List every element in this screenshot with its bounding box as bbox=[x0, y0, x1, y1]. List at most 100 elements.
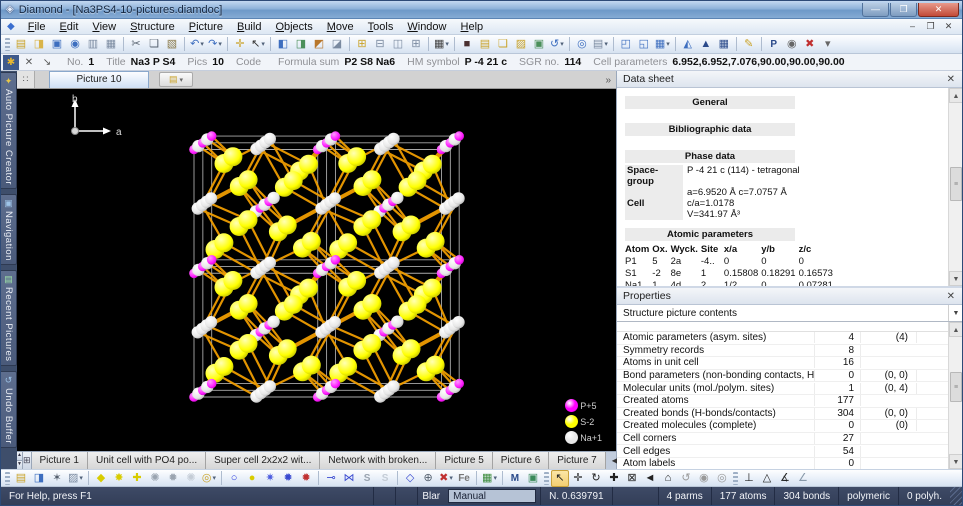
bond-network-icon[interactable]: ⋈ bbox=[340, 470, 358, 487]
close-button[interactable]: ✕ bbox=[918, 3, 959, 17]
data-sheet-header[interactable]: Data sheet ✕ bbox=[617, 71, 963, 88]
picture-tab-super-cell-2x2x2-wit[interactable]: Super cell 2x2x2 wit... bbox=[206, 452, 320, 469]
goto-record-icon[interactable]: ↘ bbox=[39, 55, 55, 70]
menu-structure[interactable]: Structure bbox=[123, 20, 182, 34]
resize-grip[interactable] bbox=[950, 487, 962, 505]
step-back-icon[interactable]: ◉ bbox=[695, 470, 713, 487]
new-document-icon[interactable]: ▤ bbox=[12, 36, 30, 53]
toolbar-overflow-icon[interactable]: ▾ bbox=[819, 36, 837, 53]
translate-mode-icon[interactable]: ✚ bbox=[605, 470, 623, 487]
window-cascade-icon[interactable]: ⊞ bbox=[353, 36, 371, 53]
picture-tab-picture-7[interactable]: Picture 7 bbox=[549, 452, 605, 469]
color-grid-icon[interactable]: ▦▾ bbox=[480, 470, 499, 487]
select-pointer-icon[interactable]: ↖ bbox=[551, 470, 569, 487]
table-menu-icon[interactable]: ▦▾ bbox=[432, 36, 451, 53]
mdi-close-button[interactable]: ✕ bbox=[941, 20, 956, 33]
fill-target-icon[interactable]: ◎▾ bbox=[200, 470, 218, 487]
build-tools-icon[interactable]: ✶ bbox=[48, 470, 66, 487]
scroll-down-icon[interactable]: ▼ bbox=[949, 271, 963, 286]
polyhedron-icon[interactable]: ◆ bbox=[92, 470, 110, 487]
picture-tab-picture-1[interactable]: Picture 1 bbox=[32, 452, 88, 469]
properties-header[interactable]: Properties ✕ bbox=[617, 288, 963, 305]
menu-build[interactable]: Build bbox=[230, 20, 268, 34]
camera-icon[interactable]: ◉ bbox=[783, 36, 801, 53]
data-sheet-close-icon[interactable]: ✕ bbox=[945, 74, 957, 85]
side-tab-recent-pictures[interactable]: ▤Recent Pictures bbox=[1, 270, 17, 366]
properties-menu-icon[interactable]: ▤▾ bbox=[591, 36, 610, 53]
scrollbar-thumb[interactable] bbox=[950, 372, 962, 402]
scroll-up-icon[interactable]: ▲ bbox=[949, 88, 963, 103]
bond-create-icon[interactable]: ⊸ bbox=[322, 470, 340, 487]
angle-measure-icon[interactable]: △ bbox=[758, 470, 776, 487]
structure-canvas[interactable]: b a P+5S-2Na+1 bbox=[17, 89, 616, 451]
menu-help[interactable]: Help bbox=[454, 20, 491, 34]
open-folder-icon[interactable]: ◨ bbox=[30, 36, 48, 53]
data-sheet-scrollbar[interactable]: ▲ ▼ bbox=[948, 88, 963, 286]
spin-icon[interactable]: ↺ bbox=[677, 470, 695, 487]
data-table-icon[interactable]: ▦ bbox=[715, 36, 733, 53]
picture-properties-icon[interactable]: ▤ bbox=[12, 470, 30, 487]
menu-edit[interactable]: Edit bbox=[52, 20, 85, 34]
menu-tools[interactable]: Tools bbox=[361, 20, 401, 34]
undo-icon[interactable]: ↶▾ bbox=[188, 36, 206, 53]
properties-selector[interactable]: Structure picture contents ▼ bbox=[617, 305, 963, 322]
menu-objects[interactable]: Objects bbox=[268, 20, 319, 34]
layout-frame-icon[interactable]: ◰ bbox=[617, 36, 635, 53]
mdi-minimize-button[interactable]: – bbox=[905, 20, 920, 33]
new-picture-tab-button[interactable]: ▤ ▾ bbox=[159, 72, 193, 87]
scroll-up-icon[interactable]: ▲ bbox=[949, 322, 963, 337]
network-icon[interactable]: ✹ bbox=[164, 470, 182, 487]
send-picture-icon[interactable]: ▨ bbox=[512, 36, 530, 53]
view-angle-icon[interactable]: ◄ bbox=[641, 470, 659, 487]
menu-window[interactable]: Window bbox=[400, 20, 453, 34]
side-tab-navigation[interactable]: ▣Navigation bbox=[1, 194, 17, 265]
unit-cube-icon[interactable]: ◇ bbox=[401, 470, 419, 487]
fe-symbol-icon[interactable]: Fe bbox=[455, 470, 473, 487]
picture-tab-network-with-broken[interactable]: Network with broken... bbox=[320, 452, 436, 469]
status-manual-field[interactable]: Manual bbox=[448, 489, 536, 503]
photo-icon[interactable]: ▣ bbox=[530, 36, 548, 53]
delete-red-icon[interactable]: ✖▾ bbox=[437, 470, 455, 487]
step-fwd-icon[interactable]: ◎ bbox=[713, 470, 731, 487]
side-tab-undo-buffer[interactable]: ↺Undo Buffer bbox=[1, 371, 17, 448]
ring-filled-icon[interactable]: ● bbox=[243, 470, 261, 487]
plane-measure-icon[interactable]: ∠ bbox=[794, 470, 812, 487]
save-icon[interactable]: ▣ bbox=[48, 36, 66, 53]
zoom-search-icon[interactable]: ◎ bbox=[573, 36, 591, 53]
properties-close-icon[interactable]: ✕ bbox=[945, 291, 957, 302]
rotate-mode-icon[interactable]: ↻ bbox=[587, 470, 605, 487]
menu-view[interactable]: View bbox=[85, 20, 123, 34]
add-atoms-icon[interactable]: ✚ bbox=[128, 470, 146, 487]
pointer-icon[interactable]: ↖▾ bbox=[249, 36, 267, 53]
fragment-icon[interactable]: ✺ bbox=[182, 470, 200, 487]
lattice-blue-icon[interactable]: ✹ bbox=[279, 470, 297, 487]
window-split-icon[interactable]: ⊞ bbox=[407, 36, 425, 53]
window-tile-icon[interactable]: ⊟ bbox=[371, 36, 389, 53]
properties-scrollbar[interactable]: ▲ ▼ bbox=[948, 322, 963, 469]
home-view-icon[interactable]: ⌂ bbox=[659, 470, 677, 487]
side-tab-auto-picture-creator[interactable]: ✦Auto Picture Creator bbox=[1, 72, 17, 189]
ruler-icon[interactable]: ⊥ bbox=[740, 470, 758, 487]
origin-icon[interactable]: ⊕ bbox=[419, 470, 437, 487]
maximize-button[interactable]: ❐ bbox=[890, 3, 917, 17]
add-picture-icon[interactable]: ◨ bbox=[30, 470, 48, 487]
menu-picture[interactable]: Picture bbox=[182, 20, 230, 34]
picture-tab-picture-5[interactable]: Picture 5 bbox=[436, 452, 492, 469]
picture-green-icon[interactable]: ▣ bbox=[524, 470, 542, 487]
redo-icon[interactable]: ↷▾ bbox=[206, 36, 224, 53]
bond-gray2-icon[interactable]: S bbox=[376, 470, 394, 487]
zoom-mode-icon[interactable]: ⊠ bbox=[623, 470, 641, 487]
atom-cluster-icon[interactable]: ✸ bbox=[110, 470, 128, 487]
chart-a-icon[interactable]: ◭ bbox=[679, 36, 697, 53]
copy-picture-icon[interactable]: ❏ bbox=[494, 36, 512, 53]
print-icon[interactable]: ▦ bbox=[102, 36, 120, 53]
cluster-blue-icon[interactable]: ✷ bbox=[261, 470, 279, 487]
print-preview-icon[interactable]: ▥ bbox=[84, 36, 102, 53]
copy-icon[interactable]: ❏ bbox=[145, 36, 163, 53]
title-bar[interactable]: ◈ Diamond - [Na3PS4-10-pictures.diamdoc]… bbox=[1, 1, 962, 19]
dihedral-icon[interactable]: ∡ bbox=[776, 470, 794, 487]
menu-move[interactable]: Move bbox=[320, 20, 361, 34]
scroll-down-icon[interactable]: ▼ bbox=[949, 454, 963, 469]
layout-table-icon[interactable]: ◱ bbox=[635, 36, 653, 53]
picture-rotate-icon[interactable]: ◩ bbox=[310, 36, 328, 53]
